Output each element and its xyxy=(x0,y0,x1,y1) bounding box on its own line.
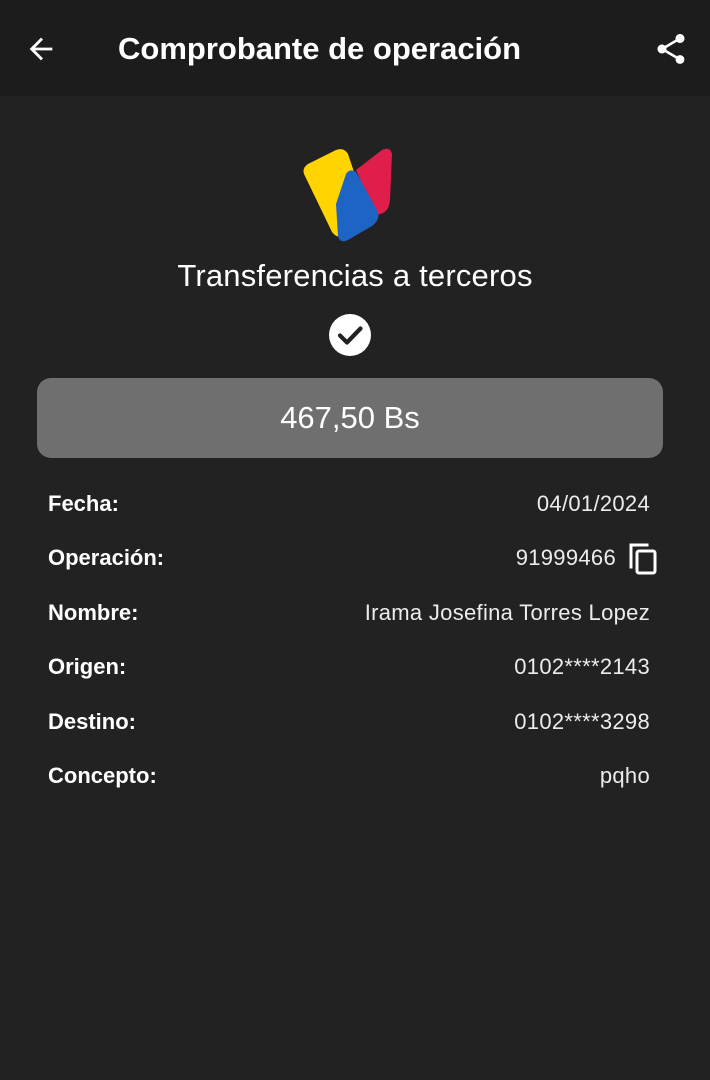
detail-row-nombre: Nombre: Irama Josefina Torres Lopez xyxy=(48,585,660,639)
detail-value: 91999466 xyxy=(515,545,616,571)
detail-row-fecha: Fecha: 04/01/2024 xyxy=(48,476,660,530)
detail-value: Irama Josefina Torres Lopez xyxy=(364,599,650,625)
detail-label: Fecha: xyxy=(48,491,119,516)
detail-label: Operación: xyxy=(48,545,165,571)
bank-logo xyxy=(303,148,392,242)
detail-value: pqho xyxy=(599,762,650,788)
copy-icon[interactable] xyxy=(628,542,660,576)
detail-label: Nombre: xyxy=(48,599,139,625)
amount-box: 467,50 Bs xyxy=(37,378,663,458)
detail-row-concepto: Concepto: pqho xyxy=(48,748,660,802)
detail-label: Concepto: xyxy=(48,762,157,788)
details-list: Fecha: 04/01/2024 Operación: 91999466 No… xyxy=(48,476,660,802)
detail-value: 0102****3298 xyxy=(514,708,650,734)
detail-row-origen: Origen: 0102****2143 xyxy=(48,639,660,693)
app-bar: Comprobante de operación xyxy=(0,0,710,96)
arrow-left-icon xyxy=(29,37,53,61)
back-button[interactable] xyxy=(18,26,64,72)
share-button[interactable] xyxy=(648,26,694,72)
detail-label: Origen: xyxy=(48,654,127,680)
service-title: Transferencias a terceros xyxy=(177,258,533,293)
page-title: Comprobante de operación xyxy=(118,31,522,66)
detail-label: Destino: xyxy=(48,708,136,734)
check-circle-icon xyxy=(329,314,371,356)
detail-row-destino: Destino: 0102****3298 xyxy=(48,694,660,748)
detail-row-operacion: Operación: 91999466 xyxy=(48,530,660,584)
detail-value: 04/01/2024 xyxy=(536,491,650,516)
detail-value: 0102****2143 xyxy=(514,654,650,680)
amount-value: 467,50 Bs xyxy=(280,400,420,435)
share-icon xyxy=(657,34,685,64)
